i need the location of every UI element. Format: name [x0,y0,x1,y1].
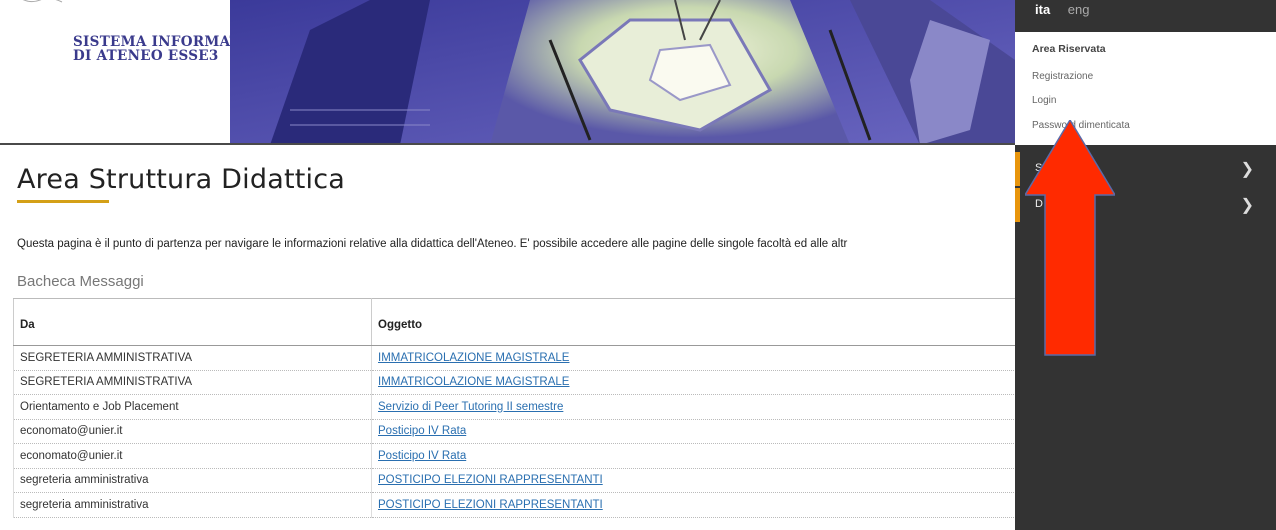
cell-oggetto: IMMATRICOLAZIONE MAGISTRALE [371,345,1018,371]
message-link[interactable]: POSTICIPO ELEZIONI RAPPRESENTANTI [378,499,603,511]
title-underline [17,200,109,203]
cell-oggetto: IMMATRICOLAZIONE MAGISTRALE [371,370,1018,395]
table-row: SEGRETERIA AMMINISTRATIVA IMMATRICOLAZIO… [13,370,1018,395]
header-photo [230,0,1015,145]
table-row: segreteria amministrativa POSTICIPO ELEZ… [13,492,1018,518]
message-link[interactable]: Posticipo IV Rata [378,425,466,437]
cell-oggetto: Posticipo IV Rata [371,419,1018,444]
page-title: Area Struttura Didattica [17,164,346,195]
lang-ita[interactable]: ita [1035,2,1050,17]
message-link[interactable]: IMMATRICOLAZIONE MAGISTRALE [378,376,569,388]
column-header-da[interactable]: Da [13,298,372,346]
message-link[interactable]: IMMATRICOLAZIONE MAGISTRALE [378,352,569,364]
table-row: SEGRETERIA AMMINISTRATIVA IMMATRICOLAZIO… [13,345,1018,371]
table-row: economato@unier.it Posticipo IV Rata [13,419,1018,444]
message-link[interactable]: POSTICIPO ELEZIONI RAPPRESENTANTI [378,474,603,486]
message-link[interactable]: Posticipo IV Rata [378,450,466,462]
university-logo[interactable] [18,0,64,8]
cell-oggetto: POSTICIPO ELEZIONI RAPPRESENTANTI [371,468,1018,493]
language-switch: ita eng [1035,2,1090,17]
column-header-oggetto[interactable]: Oggetto [371,298,1018,346]
table-row: economato@unier.it Posticipo IV Rata [13,443,1018,469]
login-link[interactable]: Login [1032,95,1056,106]
cell-oggetto: Servizio di Peer Tutoring II semestre [371,394,1018,420]
registration-link[interactable]: Registrazione [1032,71,1093,82]
messages-table: Da Oggetto SEGRETERIA AMMINISTRATIVA IMM… [13,298,1018,518]
cell-da: Orientamento e Job Placement [13,394,372,420]
chevron-right-icon: ❯ [1240,197,1254,214]
banner-bottom-bar [0,143,1015,145]
lang-eng[interactable]: eng [1068,2,1090,17]
intro-text: Questa pagina è il punto di partenza per… [17,238,848,250]
red-annotation-arrow-icon [1025,120,1115,356]
cell-da: segreteria amministrativa [13,492,372,518]
cell-da: SEGRETERIA AMMINISTRATIVA [13,345,372,371]
cell-oggetto: Posticipo IV Rata [371,443,1018,469]
cell-da: economato@unier.it [13,419,372,444]
table-header-row: Da Oggetto [13,298,1018,346]
cell-oggetto: POSTICIPO ELEZIONI RAPPRESENTANTI [371,492,1018,518]
reserved-area-title: Area Riservata [1032,43,1106,55]
cell-da: economato@unier.it [13,443,372,469]
table-row: segreteria amministrativa POSTICIPO ELEZ… [13,468,1018,493]
bacheca-title: Bacheca Messaggi [17,273,144,290]
menu-accent-bar [1015,152,1020,186]
chevron-right-icon: ❯ [1240,161,1254,178]
menu-accent-bar [1015,188,1020,222]
cell-da: SEGRETERIA AMMINISTRATIVA [13,370,372,395]
table-row: Orientamento e Job Placement Servizio di… [13,394,1018,420]
cell-da: segreteria amministrativa [13,468,372,493]
message-link[interactable]: Servizio di Peer Tutoring II semestre [378,401,563,413]
